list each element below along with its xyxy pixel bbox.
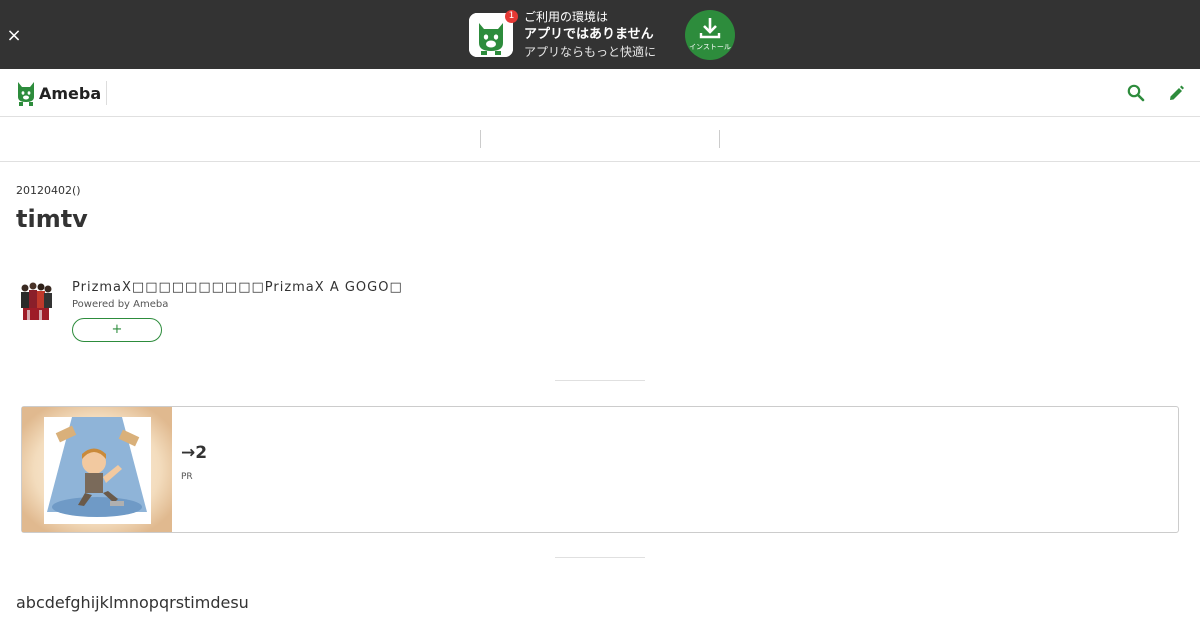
pr-ad-card[interactable]: →2 PR (21, 406, 1179, 533)
nav-divider (480, 130, 481, 148)
search-icon[interactable] (1127, 84, 1145, 106)
close-icon[interactable]: × (6, 27, 22, 45)
site-header: Ameba (0, 69, 1200, 117)
install-button[interactable]: インストール (685, 10, 735, 60)
banner-line-3: アプリならもっと快適に (524, 45, 657, 59)
ameba-logo[interactable]: Ameba (16, 80, 101, 106)
blog-avatar[interactable] (17, 280, 55, 322)
article-date: 20120402() (16, 184, 81, 197)
blog-name[interactable]: PrizmaX□□□□□□□□□□PrizmaX A GOGO□ (72, 280, 403, 295)
logo-divider (106, 81, 107, 105)
app-install-banner: × 1 ご利用の環境は アプリではありません アプリならもっと快適に インストー… (0, 0, 1200, 69)
pr-thumbnail (22, 407, 172, 532)
notification-badge: 1 (505, 10, 518, 23)
banner-line-2: アプリではありません (524, 27, 654, 42)
article-title[interactable]: timtv (16, 205, 88, 233)
logo-text: Ameba (39, 83, 102, 103)
install-label: インストール (689, 43, 731, 51)
download-icon (699, 18, 721, 39)
ameba-logo-icon (18, 82, 34, 106)
blog-nav (0, 117, 1200, 162)
section-divider (555, 380, 645, 381)
nav-divider (719, 130, 720, 148)
article-body: abcdefghijklmnopqrstimdesu (16, 593, 249, 612)
section-divider (555, 557, 645, 558)
banner-line-1: ご利用の環境は (524, 10, 609, 24)
pr-label: PR (181, 472, 193, 482)
powered-by: Powered by Ameba (72, 299, 169, 310)
pr-title[interactable]: →2 (181, 443, 207, 463)
pencil-icon[interactable] (1168, 84, 1184, 106)
follow-button[interactable]: + (72, 318, 162, 342)
banner-message: ご利用の環境は アプリではありません アプリならもっと快適に (524, 9, 656, 60)
